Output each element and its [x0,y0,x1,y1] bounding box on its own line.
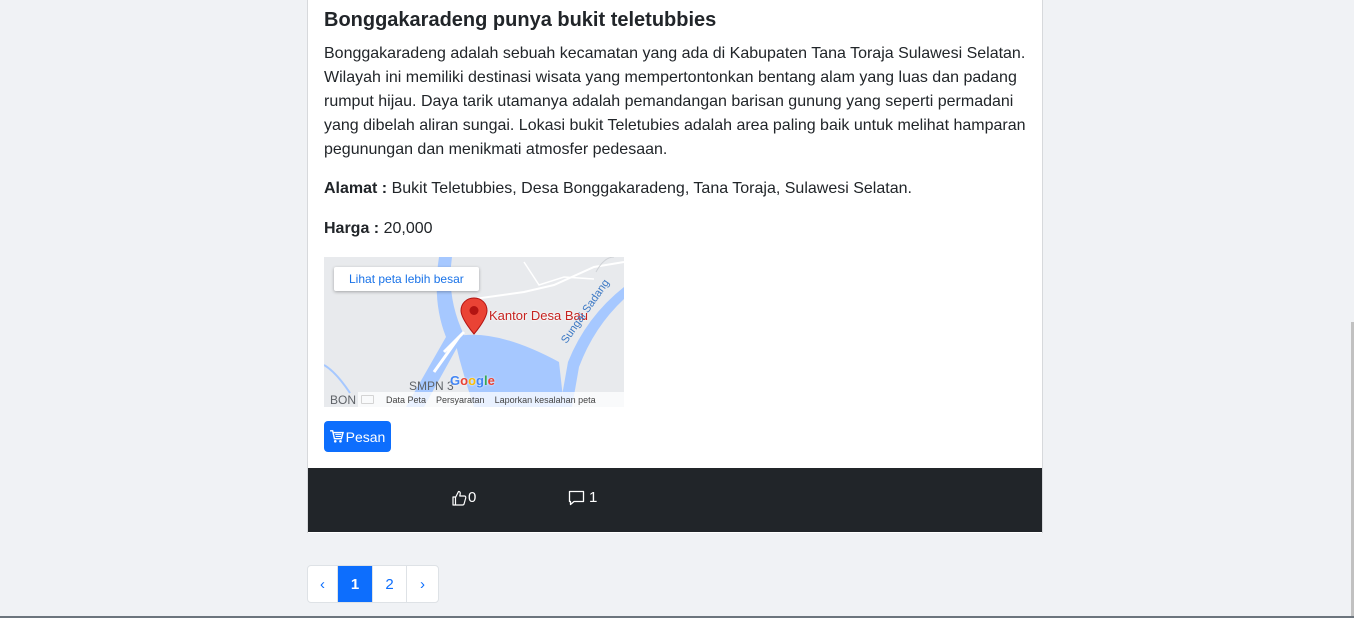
description-line: Bonggakaradeng adalah sebuah kecamatan y… [324,45,1026,62]
pagination-prev[interactable]: ‹ [308,566,338,602]
post-title: Bonggakaradeng punya bukit teletubbies [324,9,717,31]
google-logo-letter: e [487,373,495,388]
google-logo-letter: o [468,373,477,388]
post-card: Bonggakaradeng punya bukit teletubbies B… [307,0,1043,533]
view-larger-map-link[interactable]: Lihat peta lebih besar [334,267,479,291]
address-value: Bukit Teletubbies, Desa Bonggakaradeng, … [391,180,912,197]
google-logo: Google [450,373,495,388]
map-terms-link[interactable]: Persyaratan [436,395,485,405]
map-place-label: SMPN 3 [409,379,454,393]
order-button-label: Pesan [345,428,386,445]
thumbs-up-icon [452,490,467,506]
comment-count: 1 [589,489,598,506]
post-description: Bonggakaradeng adalah sebuah kecamatan y… [324,42,1028,162]
pagination-page-1[interactable]: 1 [338,566,373,602]
comment-button[interactable]: 1 [568,489,597,506]
order-button[interactable]: Pesan [324,421,391,452]
page-scrollbar[interactable] [1346,0,1354,618]
like-count: 0 [468,489,477,506]
description-line: yang dibelah aliran sungai. Lokasi bukit… [324,117,1026,134]
google-logo-letter: o [460,373,469,388]
pagination-next[interactable]: › [407,566,438,602]
description-line: rumput hijau. Daya tarik utamanya adalah… [324,93,1014,110]
description-line: pegunungan dan menikmati atmosfer pedesa… [324,141,668,158]
map-place-label: BON [330,393,357,407]
post-footer: 0 1 [308,468,1042,532]
address-label: Alamat : [324,180,388,197]
pagination-page-2[interactable]: 2 [373,566,407,602]
location-map[interactable]: Lihat peta lebih besar Kantor Desa Bau S… [324,257,624,407]
map-report-link[interactable]: Laporkan kesalahan peta [495,395,596,405]
pagination: ‹ 1 2 › [307,565,439,603]
like-button[interactable]: 0 [451,489,476,506]
comment-icon [568,490,585,505]
google-logo-letter: G [450,373,461,388]
post-price: Harga : 20,000 [324,217,433,241]
map-footer: Data Peta Persyaratan Laporkan kesalahan… [358,392,624,407]
map-data-link[interactable]: Data Peta [386,395,426,405]
description-line: Wilayah ini memiliki destinasi wisata ya… [324,69,1017,86]
google-logo-letter: g [476,373,484,388]
location-pin-icon[interactable] [460,297,488,335]
price-label: Harga : [324,220,380,237]
price-value: 20,000 [383,220,433,237]
cart-icon [329,430,344,443]
post-address: Alamat : Bukit Teletubbies, Desa Bonggak… [324,177,912,201]
